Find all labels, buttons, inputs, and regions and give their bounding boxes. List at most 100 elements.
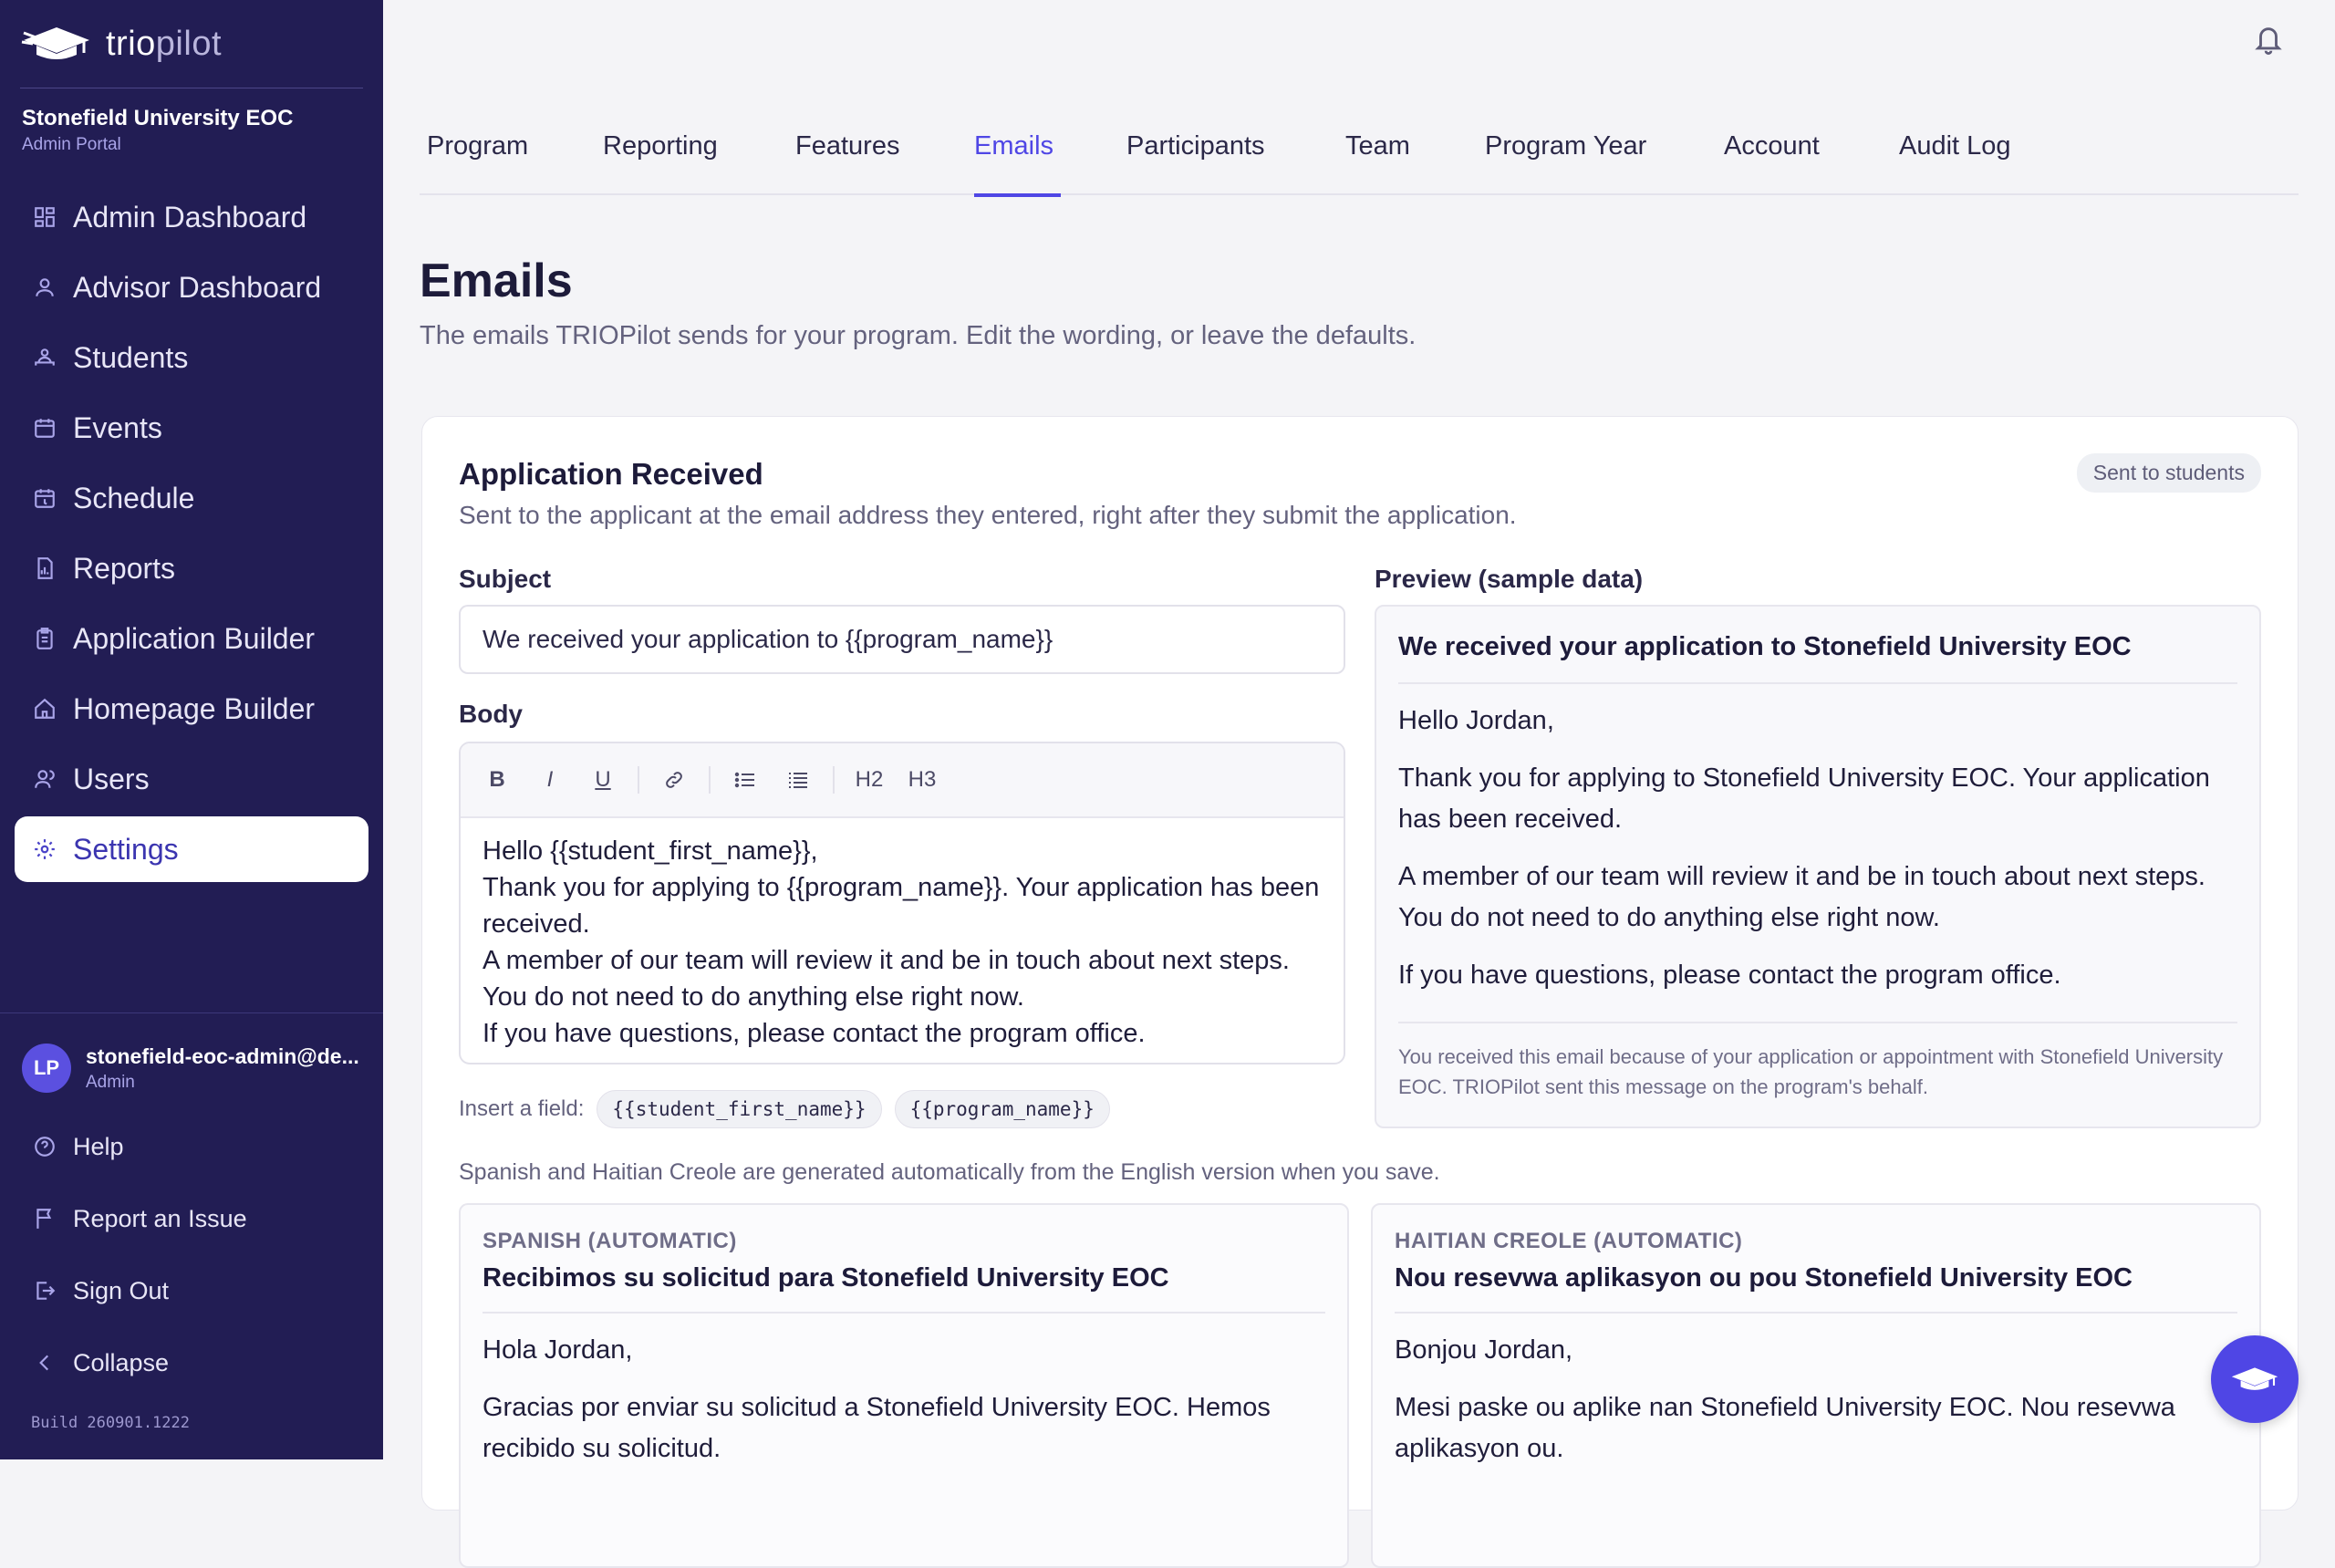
sign-out-label: Sign Out [73,1276,170,1304]
tab-program-year[interactable]: Program Year [1485,131,1646,182]
build-number: Build 260901.1222 [31,1414,190,1432]
underline-button[interactable]: U [585,762,621,798]
tab-reporting[interactable]: Reporting [603,131,718,182]
settings-tabs: Program Reporting Features Emails Partic… [420,119,2299,197]
bullet-list-button[interactable] [727,762,763,798]
sidebar-item-admin-dashboard[interactable]: Admin Dashboard [15,184,368,250]
spanish-paragraph: Hola Jordan, [483,1335,633,1365]
toolbar-divider [709,766,711,794]
help-link[interactable]: Help [15,1113,368,1180]
sidebar-item-label: Students [73,340,189,374]
body-editor[interactable]: B I U H2 H3 Hello {{student_first_name}}… [459,742,1345,1064]
org-subtitle: Admin Portal [22,135,121,154]
sidebar-item-label: Events [73,410,162,444]
sidebar-nav: Admin Dashboard Advisor Dashboard Studen… [15,184,368,887]
sidebar-item-label: Schedule [73,481,195,514]
flag-icon [31,1205,58,1232]
preview-label: Preview (sample data) [1375,565,1644,593]
email-preview: We received your application to Stonefie… [1375,605,2261,1128]
sidebar-item-schedule[interactable]: Schedule [15,465,368,531]
insert-field-row: Insert a field: {{student_first_name}} {… [459,1090,1110,1128]
sidebar-item-advisor-dashboard[interactable]: Advisor Dashboard [15,254,368,320]
audience-badge: Sent to students [2076,453,2261,493]
tab-account[interactable]: Account [1724,131,1820,182]
user-role: Admin [86,1072,135,1092]
creole-subject: Nou resevwa aplikasyon ou pou Stonefield… [1395,1263,2237,1314]
field-chip-program-name[interactable]: {{program_name}} [894,1090,1110,1128]
heading-3-button[interactable]: H3 [904,762,940,798]
tab-team[interactable]: Team [1345,131,1410,182]
body-line: Hello {{student_first_name}}, [483,836,818,866]
page-title: Emails [420,254,573,307]
sidebar-bottom-nav: Help Report an Issue Sign Out Collapse [15,1113,368,1401]
body-line: Thank you for applying to {{program_name… [483,873,1320,939]
sidebar-item-settings[interactable]: Settings [15,816,368,882]
gear-icon [31,836,58,863]
subject-input[interactable]: We received your application to {{progra… [459,605,1345,674]
sidebar: triopilot Stonefield University EOC Admi… [0,0,383,1459]
clipboard-icon [31,625,58,652]
report-issue-link[interactable]: Report an Issue [15,1185,368,1252]
tab-program[interactable]: Program [427,131,528,182]
bullet-list-icon [734,772,754,788]
sidebar-item-label: Homepage Builder [73,691,316,725]
body-text[interactable]: Hello {{student_first_name}}, Thank you … [461,818,1344,1063]
subject-value: We received your application to {{progra… [483,625,1053,653]
toolbar-divider [833,766,835,794]
preview-footer: You received this email because of your … [1398,1022,2237,1102]
sidebar-item-label: Advisor Dashboard [73,270,322,304]
page-subtitle: The emails TRIOPilot sends for your prog… [420,321,1417,350]
spanish-translation-panel: SPANISH (AUTOMATIC) Recibimos su solicit… [459,1203,1349,1568]
tab-features[interactable]: Features [795,131,899,182]
body-label: Body [459,700,523,728]
tab-emails[interactable]: Emails [974,131,1062,197]
bell-icon[interactable] [2253,22,2284,57]
active-tab-indicator [974,193,1062,197]
field-chip-student-first-name[interactable]: {{student_first_name}} [597,1090,882,1128]
subject-label: Subject [459,565,552,593]
logo-wordmark: triopilot [106,24,223,63]
email-template-title: Application Received [459,457,763,491]
preview-subject: We received your application to Stonefie… [1398,607,2237,684]
collapse-button[interactable]: Collapse [15,1329,368,1397]
calendar-icon [31,414,58,441]
italic-button[interactable]: I [532,762,568,798]
avatar: LP [22,1044,71,1093]
users-icon [31,765,58,793]
sidebar-divider [0,1012,383,1013]
user-icon [31,274,58,301]
preview-paragraph: If you have questions, please contact th… [1398,961,2061,990]
tab-audit-log[interactable]: Audit Log [1899,131,2011,182]
sign-out-icon [31,1277,58,1304]
creole-translation-panel: HAITIAN CREOLE (AUTOMATIC) Nou resevwa a… [1371,1203,2261,1568]
spanish-subject: Recibimos su solicitud para Stonefield U… [483,1263,1325,1314]
preview-paragraph: Thank you for applying to Stonefield Uni… [1398,763,2210,834]
sidebar-item-label: Reports [73,551,176,585]
spanish-caption: SPANISH (AUTOMATIC) [483,1229,737,1253]
email-template-description: Sent to the applicant at the email addre… [459,501,1517,529]
insert-field-label: Insert a field: [459,1096,585,1121]
sidebar-item-homepage-builder[interactable]: Homepage Builder [15,676,368,742]
sidebar-item-users[interactable]: Users [15,746,368,812]
sidebar-item-students[interactable]: Students [15,325,368,390]
graduation-cap-icon [2231,1367,2278,1390]
user-profile[interactable]: LP stonefield-eoc-admin@de... Admin [22,1044,359,1093]
body-line: A member of our team will review it and … [483,946,1290,1012]
numbered-list-button[interactable] [780,762,816,798]
sidebar-item-application-builder[interactable]: Application Builder [15,606,368,671]
assistant-fab-button[interactable] [2211,1335,2299,1423]
help-icon [31,1133,58,1160]
chevron-left-icon [31,1349,58,1376]
sign-out-button[interactable]: Sign Out [15,1257,368,1324]
sidebar-item-reports[interactable]: Reports [15,535,368,601]
help-label: Help [73,1132,124,1160]
bold-button[interactable]: B [479,762,515,798]
heading-2-button[interactable]: H2 [851,762,887,798]
link-button[interactable] [656,762,692,798]
sidebar-item-events[interactable]: Events [15,395,368,461]
students-icon [31,344,58,371]
tab-participants[interactable]: Participants [1126,131,1265,182]
numbered-list-icon [789,773,807,788]
collapse-label: Collapse [73,1348,170,1376]
triopilot-logo[interactable]: triopilot [20,24,222,64]
